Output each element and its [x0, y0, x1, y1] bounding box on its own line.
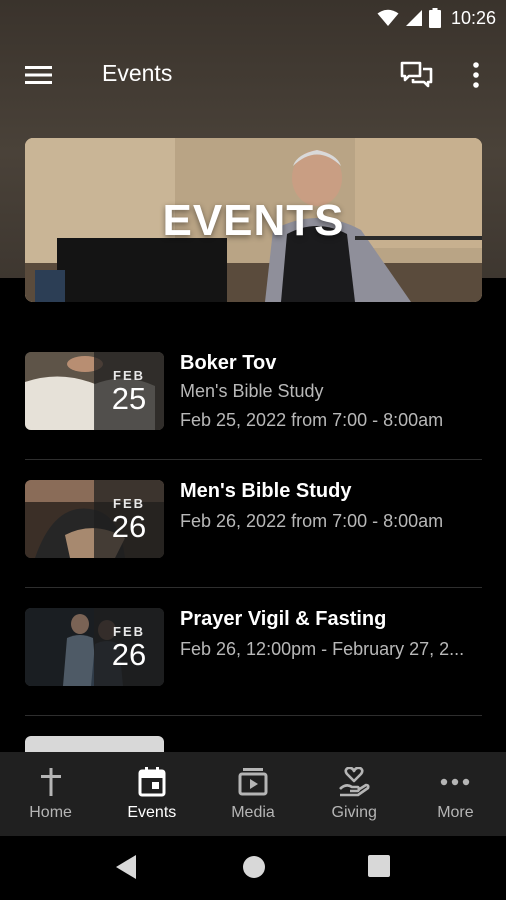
- event-datetime: Feb 26, 2022 from 7:00 - 8:00am: [180, 511, 444, 531]
- date-day: 26: [111, 509, 147, 544]
- event-item[interactable]: FEB 25 Boker Tov Men's Bible Study Feb 2…: [25, 332, 482, 460]
- status-time: 10:26: [450, 7, 496, 28]
- app-bar: Events: [0, 46, 506, 104]
- nav-giving[interactable]: Giving: [304, 752, 405, 836]
- nav-more-label: More: [437, 804, 474, 821]
- nav-media[interactable]: Media: [202, 752, 303, 836]
- menu-button[interactable]: [24, 62, 54, 88]
- event-thumbnail: FEB 26: [25, 608, 164, 686]
- event-item[interactable]: FEB 26 Men's Bible Study Feb 26, 2022 fr…: [25, 460, 482, 588]
- more-vert-icon: [473, 62, 479, 88]
- signal-icon: [405, 10, 422, 26]
- events-banner: EVENTS: [25, 138, 482, 302]
- event-details: Prayer Vigil & Fasting Feb 26, 12:00pm -…: [180, 608, 482, 660]
- calendar-icon: [138, 767, 166, 797]
- event-title: Men's Bible Study: [180, 480, 352, 502]
- battery-icon: [428, 8, 441, 28]
- overflow-menu-button[interactable]: [466, 60, 486, 90]
- event-subtitle: Men's Bible Study: [180, 381, 324, 401]
- event-datetime: Feb 25, 2022 from 7:00 - 8:00am: [180, 410, 444, 430]
- system-navigation-bar: [0, 836, 506, 900]
- nav-events-label: Events: [127, 804, 177, 821]
- nav-more[interactable]: More: [405, 752, 506, 836]
- event-details: Men's Bible Study Feb 26, 2022 from 7:00…: [180, 480, 482, 532]
- status-icons: 10:26: [377, 6, 496, 30]
- event-thumbnail: FEB 25: [25, 352, 164, 430]
- media-icon: [238, 768, 268, 796]
- date-badge: FEB 25: [94, 352, 164, 430]
- date-badge: FEB 26: [94, 480, 164, 558]
- status-bar: 10:26: [0, 0, 506, 36]
- home-circle-icon[interactable]: [241, 854, 267, 880]
- chat-icon: [400, 61, 433, 88]
- chat-button[interactable]: [400, 60, 434, 90]
- giving-icon: [339, 767, 370, 797]
- banner-title: EVENTS: [162, 196, 345, 245]
- event-title: Boker Tov: [180, 352, 277, 374]
- nav-home[interactable]: Home: [0, 752, 101, 836]
- nav-events[interactable]: Events: [101, 752, 202, 836]
- event-datetime: Feb 26, 12:00pm - February 27, 2...: [180, 639, 465, 659]
- back-icon[interactable]: [114, 854, 138, 880]
- nav-home-label: Home: [29, 804, 72, 821]
- date-badge: FEB 26: [94, 608, 164, 686]
- event-thumbnail: FEB 26: [25, 480, 164, 558]
- nav-media-label: Media: [231, 804, 275, 821]
- hamburger-menu-icon: [25, 66, 52, 84]
- date-day: 25: [111, 381, 147, 416]
- wifi-icon: [377, 9, 399, 26]
- event-item[interactable]: FEB 26 Prayer Vigil & Fasting Feb 26, 12…: [25, 588, 482, 716]
- more-horiz-icon: [441, 778, 470, 786]
- page-title: Events: [102, 60, 173, 86]
- nav-giving-label: Giving: [331, 804, 377, 821]
- event-details: Boker Tov Men's Bible Study Feb 25, 2022…: [180, 352, 482, 431]
- recents-icon[interactable]: [368, 855, 390, 877]
- cross-icon: [40, 768, 61, 796]
- event-title: Prayer Vigil & Fasting: [180, 608, 387, 630]
- date-day: 26: [111, 637, 147, 672]
- bottom-navigation: Home Events Media Giving More: [0, 752, 506, 836]
